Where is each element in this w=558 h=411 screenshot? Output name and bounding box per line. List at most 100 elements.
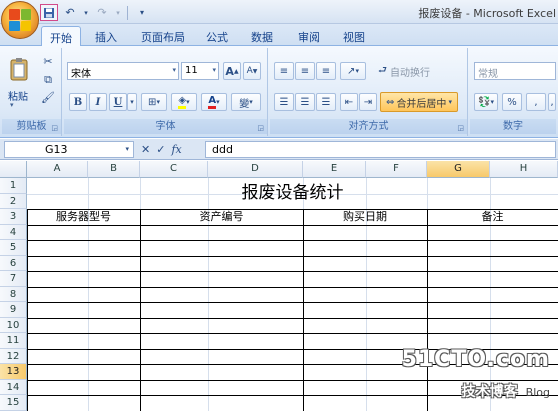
align-left-icon[interactable]: ☰ [274, 93, 294, 111]
alignment-group: ≡ ≡ ≡ ↗ ▾ ⮐ 自动换行 ☰ ☰ ☰ ⇤ ⇥ ⇔ 合并后居中 ▾ 对齐方式… [270, 48, 468, 136]
header-cell-server-model[interactable]: 服务器型号 [27, 209, 140, 225]
clipboard-group: 粘贴 ▾ ✂ ⧉ 🖌 剪贴板 ◲ [2, 48, 62, 136]
save-icon[interactable] [40, 4, 58, 21]
header-cell-asset-number[interactable]: 资产编号 [140, 209, 303, 225]
row-header-6[interactable]: 6 [0, 255, 27, 271]
alignment-launcher-icon[interactable]: ◲ [457, 124, 464, 132]
phonetic-guide-icon[interactable]: 變 ▾ [231, 93, 261, 111]
copy-icon[interactable]: ⧉ [40, 72, 56, 87]
font-size-select[interactable]: 11 ▾ [181, 62, 219, 80]
increase-indent-icon[interactable]: ⇥ [359, 93, 377, 111]
name-box-dropdown-icon[interactable]: ▾ [125, 145, 129, 153]
redo-dropdown-icon[interactable]: ▾ [114, 4, 122, 21]
worksheet[interactable]: ABCDEFGH 1 2 3 4 5 6 7 8 9 10 11 12 13 14 15 报废设备统计 服务… [0, 161, 558, 411]
table-border-horizontal [27, 240, 558, 241]
format-painter-icon[interactable]: 🖌 [40, 90, 56, 105]
merge-dropdown-icon[interactable]: ▾ [448, 98, 452, 106]
align-bottom-icon[interactable]: ≡ [316, 62, 336, 80]
row-header-8[interactable]: 8 [0, 286, 27, 302]
accounting-format-icon[interactable]: 💱 ▾ [474, 93, 498, 111]
insert-function-button[interactable]: fx [171, 143, 181, 156]
align-middle-icon[interactable]: ≡ [295, 62, 315, 80]
table-border-horizontal [27, 302, 558, 303]
select-all-corner[interactable] [0, 161, 27, 178]
tab-review[interactable]: 审阅 [290, 26, 328, 46]
row-header-15[interactable]: 15 [0, 395, 27, 411]
tab-home[interactable]: 开始 [41, 26, 81, 46]
number-format-select[interactable]: 常规 [474, 62, 556, 80]
font-color-icon[interactable]: A ▾ [201, 93, 227, 111]
table-border-horizontal [27, 271, 558, 272]
cancel-icon[interactable]: ✕ [141, 143, 150, 156]
font-name-select[interactable]: 宋体 ▾ [67, 62, 179, 80]
row-header-13[interactable]: 13 [0, 364, 27, 380]
ribbon-tabs: 开始 插入 页面布局 公式 数据 审阅 视图 [0, 24, 558, 46]
row-header-5[interactable]: 5 [0, 240, 27, 256]
bold-button[interactable]: B [69, 93, 87, 111]
office-button[interactable] [1, 1, 39, 39]
row-header-2[interactable]: 2 [0, 193, 27, 209]
tab-page-layout[interactable]: 页面布局 [133, 26, 193, 46]
align-top-icon[interactable]: ≡ [274, 62, 294, 80]
underline-dropdown-icon[interactable]: ▾ [127, 93, 137, 111]
formula-input[interactable]: ddd [205, 141, 556, 158]
row-header-10[interactable]: 10 [0, 317, 27, 333]
row-header-14[interactable]: 14 [0, 379, 27, 395]
row-header-7[interactable]: 7 [0, 271, 27, 287]
percent-style-button[interactable]: % [502, 93, 522, 111]
underline-button[interactable]: U [109, 93, 127, 111]
align-right-icon[interactable]: ☰ [316, 93, 336, 111]
table-border-horizontal [27, 255, 558, 257]
fill-color-icon[interactable]: ◈ ▾ [171, 93, 197, 111]
decrease-indent-icon[interactable]: ⇤ [340, 93, 358, 111]
row-header-11[interactable]: 11 [0, 333, 27, 349]
undo-icon[interactable]: ↶ [61, 4, 79, 21]
paste-dropdown-icon[interactable]: ▾ [10, 101, 14, 109]
column-header-h[interactable]: H [490, 161, 558, 178]
row-header-3[interactable]: 3 [0, 209, 27, 225]
enter-icon[interactable]: ✓ [156, 143, 165, 156]
undo-dropdown-icon[interactable]: ▾ [82, 4, 90, 21]
tab-data[interactable]: 数据 [243, 26, 281, 46]
wrap-text-button[interactable]: ⮐ 自动换行 [378, 62, 454, 80]
column-header-f[interactable]: F [366, 161, 427, 178]
table-border-horizontal [27, 286, 558, 288]
number-group-label: 数字 [470, 119, 556, 134]
increase-decimal-icon[interactable]: ‚ [548, 93, 556, 111]
clipboard-launcher-icon[interactable]: ◲ [51, 124, 58, 132]
column-header-b[interactable]: B [88, 161, 140, 178]
row-header-9[interactable]: 9 [0, 302, 27, 318]
orientation-icon[interactable]: ↗ ▾ [340, 62, 366, 80]
column-header-c[interactable]: C [140, 161, 208, 178]
grow-font-button[interactable]: A ▲ [223, 62, 241, 80]
font-launcher-icon[interactable]: ◲ [257, 124, 264, 132]
alignment-group-label: 对齐方式 [270, 119, 467, 134]
italic-button[interactable]: I [89, 93, 107, 111]
borders-icon[interactable]: ⊞ ▾ [141, 93, 167, 111]
align-center-icon[interactable]: ☰ [295, 93, 315, 111]
comma-style-icon[interactable]: , [526, 93, 546, 111]
redo-icon[interactable]: ↷ [93, 4, 111, 21]
sheet-title-cell[interactable]: 报废设备统计 [27, 178, 558, 209]
table-border-horizontal [27, 317, 558, 319]
tab-insert[interactable]: 插入 [87, 26, 125, 46]
paste-icon[interactable] [6, 52, 32, 86]
name-box[interactable]: G13 ▾ [4, 141, 134, 158]
column-header-a[interactable]: A [27, 161, 88, 178]
merge-center-button[interactable]: ⇔ 合并后居中 ▾ [380, 92, 458, 112]
customize-qat-icon[interactable]: ▾ [133, 4, 151, 21]
column-header-e[interactable]: E [303, 161, 366, 178]
row-header-4[interactable]: 4 [0, 224, 27, 240]
row-header-12[interactable]: 12 [0, 348, 27, 364]
cut-icon[interactable]: ✂ [40, 54, 56, 69]
header-cell-remarks[interactable]: 备注 [427, 209, 558, 225]
tab-formulas[interactable]: 公式 [198, 26, 236, 46]
row-header-1[interactable]: 1 [0, 178, 27, 194]
header-cell-purchase-date[interactable]: 购买日期 [303, 209, 427, 225]
tab-view[interactable]: 视图 [335, 26, 373, 46]
table-border-horizontal [27, 333, 558, 334]
shrink-font-button[interactable]: A ▼ [243, 62, 261, 80]
ribbon: 粘贴 ▾ ✂ ⧉ 🖌 剪贴板 ◲ 宋体 ▾ 11 ▾ A ▲ A ▼ B I U ▾ ⊞… [0, 46, 558, 138]
column-header-d[interactable]: D [208, 161, 303, 178]
column-header-g[interactable]: G [427, 161, 490, 178]
